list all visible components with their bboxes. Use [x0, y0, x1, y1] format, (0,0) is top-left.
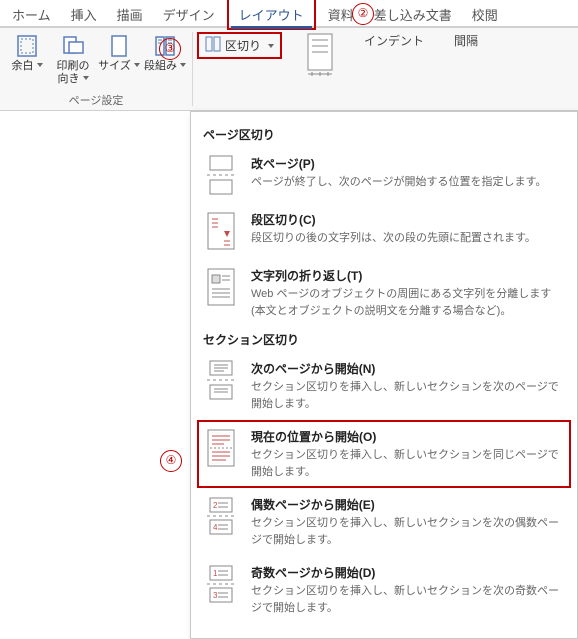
tab-design[interactable]: デザイン — [155, 1, 223, 26]
tab-review[interactable]: 校閲 — [464, 1, 506, 26]
size-icon — [107, 34, 131, 58]
orientation-button[interactable]: 印刷の 向き — [52, 32, 94, 86]
columns-icon — [153, 34, 177, 58]
svg-text:1: 1 — [213, 569, 218, 578]
breaks-label: 区切り — [225, 37, 261, 54]
item-page-break[interactable]: 改ページ(P) ページが終了し、次のページが開始する位置を指定します。 — [191, 147, 577, 203]
item-page-break-desc: ページが終了し、次のページが開始する位置を指定します。 — [251, 174, 546, 191]
page-breaks-header: ページ区切り — [191, 122, 577, 147]
item-continuous-title: 現在の位置から開始(O) — [251, 428, 565, 445]
column-break-icon — [203, 211, 239, 251]
breaks-button[interactable]: 区切り — [199, 34, 280, 57]
item-page-break-title: 改ページ(P) — [251, 155, 546, 172]
tab-layout[interactable]: レイアウト — [231, 1, 312, 29]
page-break-icon — [203, 155, 239, 195]
text-wrapping-icon — [203, 267, 239, 307]
even-page-icon: 24 — [203, 496, 239, 536]
tab-home[interactable]: ホーム — [4, 1, 59, 26]
page-setup-group-label: ページ設定 — [6, 92, 186, 108]
svg-text:2: 2 — [213, 501, 218, 510]
tab-references[interactable]: 資料 — [320, 1, 362, 26]
ruler-icon — [306, 32, 334, 85]
svg-text:4: 4 — [213, 523, 218, 532]
size-label: サイズ — [98, 60, 140, 73]
svg-text:3: 3 — [213, 591, 218, 600]
size-button[interactable]: サイズ — [98, 32, 140, 86]
ribbon-tabs: ホーム 挿入 描画 デザイン レイアウト 資料 差し込み文書 校閲 — [0, 0, 578, 28]
ribbon-body: 余白 印刷の 向き サイズ — [0, 28, 578, 111]
annotation-4: ④ — [160, 450, 182, 472]
breaks-dropdown: ページ区切り 改ページ(P) ページが終了し、次のページが開始する位置を指定しま… — [190, 111, 578, 639]
tab-insert[interactable]: 挿入 — [63, 1, 105, 26]
item-text-wrapping-desc: Web ページのオブジェクトの周囲にある文字列を分離します (本文とオブジェクト… — [251, 286, 565, 319]
columns-label: 段組み — [144, 60, 186, 73]
item-odd-page[interactable]: 13 奇数ページから開始(D) セクション区切りを挿入し、新しいセクションを次の… — [191, 556, 577, 624]
spacing-label: 間隔 — [454, 32, 478, 49]
odd-page-icon: 13 — [203, 564, 239, 604]
item-even-page[interactable]: 24 偶数ページから開始(E) セクション区切りを挿入し、新しいセクションを次の… — [191, 488, 577, 556]
margins-label: 余白 — [12, 60, 43, 73]
margins-button[interactable]: 余白 — [6, 32, 48, 86]
tab-mailings[interactable]: 差し込み文書 — [366, 1, 460, 26]
item-column-break[interactable]: 段区切り(C) 段区切りの後の文字列は、次の段の先頭に配置されます。 — [191, 203, 577, 259]
tab-draw[interactable]: 描画 — [109, 1, 151, 26]
item-continuous[interactable]: 現在の位置から開始(O) セクション区切りを挿入し、新しいセクションを同じページ… — [197, 420, 571, 488]
item-odd-page-desc: セクション区切りを挿入し、新しいセクションを次の奇数ページで開始します。 — [251, 583, 565, 616]
section-breaks-header: セクション区切り — [191, 327, 577, 352]
item-text-wrapping-title: 文字列の折り返し(T) — [251, 267, 565, 284]
item-next-page[interactable]: 次のページから開始(N) セクション区切りを挿入し、新しいセクションを次のページ… — [191, 352, 577, 420]
group-page-setup: 余白 印刷の 向き サイズ — [0, 28, 192, 110]
margins-icon — [15, 34, 39, 58]
item-next-page-desc: セクション区切りを挿入し、新しいセクションを次のページで開始します。 — [251, 379, 565, 412]
item-continuous-desc: セクション区切りを挿入し、新しいセクションを同じページで開始します。 — [251, 447, 565, 480]
item-next-page-title: 次のページから開始(N) — [251, 360, 565, 377]
item-odd-page-title: 奇数ページから開始(D) — [251, 564, 565, 581]
item-column-break-desc: 段区切りの後の文字列は、次の段の先頭に配置されます。 — [251, 230, 536, 247]
orientation-icon — [61, 34, 85, 58]
item-text-wrapping-break[interactable]: 文字列の折り返し(T) Web ページのオブジェクトの周囲にある文字列を分離しま… — [191, 259, 577, 327]
item-column-break-title: 段区切り(C) — [251, 211, 536, 228]
next-page-icon — [203, 360, 239, 400]
indent-label: インデント — [364, 32, 424, 49]
item-even-page-desc: セクション区切りを挿入し、新しいセクションを次の偶数ページで開始します。 — [251, 515, 565, 548]
orientation-label: 印刷の 向き — [57, 60, 90, 86]
continuous-icon — [203, 428, 239, 468]
columns-button[interactable]: 段組み — [144, 32, 186, 86]
item-even-page-title: 偶数ページから開始(E) — [251, 496, 565, 513]
breaks-icon — [205, 36, 221, 55]
